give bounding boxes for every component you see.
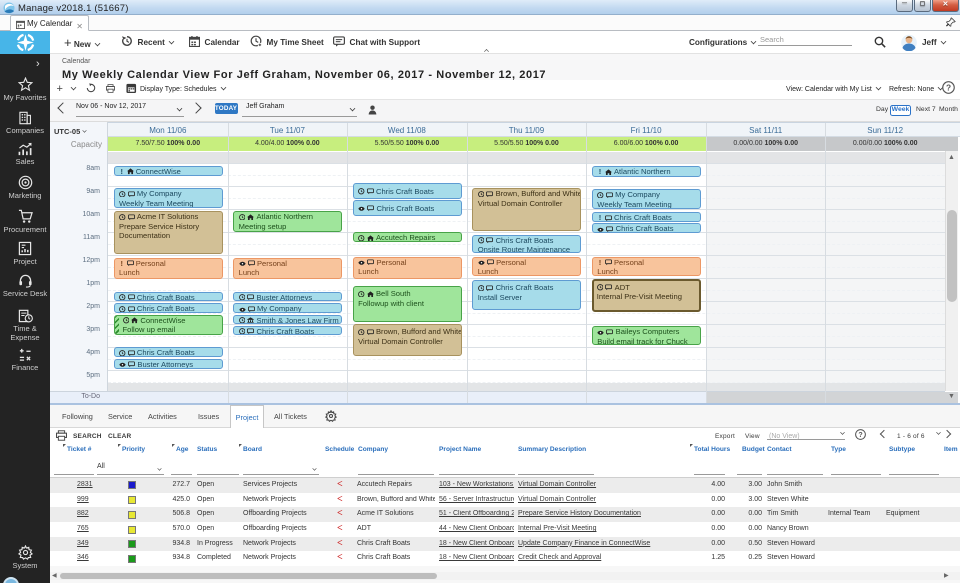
svg-text:?: ? [858, 432, 862, 439]
svg-text:?: ? [946, 82, 951, 92]
